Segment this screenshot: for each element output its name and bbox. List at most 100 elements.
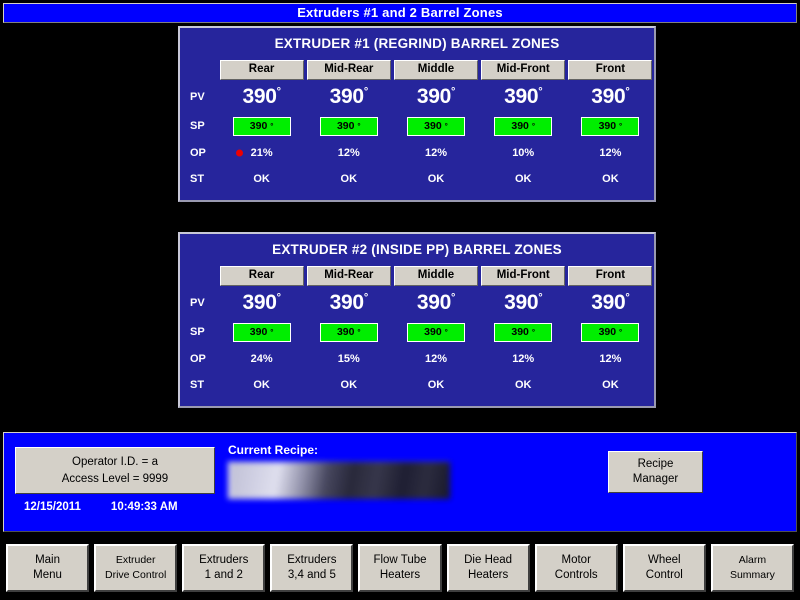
- op-value: 12%: [599, 147, 622, 159]
- pv-value: 390: [591, 85, 626, 108]
- zone-cell: Front: [567, 266, 654, 286]
- st-cell: OK: [218, 379, 305, 391]
- recipe-manager-label-line1: Recipe: [637, 458, 674, 470]
- pv-value: 390: [504, 291, 539, 314]
- st-row: ST OK OK OK OK OK: [180, 372, 654, 398]
- zone-button-front[interactable]: Front: [568, 266, 653, 286]
- status-bar: Operator I.D. = a Access Level = 9999 12…: [3, 432, 797, 532]
- zone-button-rear[interactable]: Rear: [219, 266, 304, 286]
- zone-button-front[interactable]: Front: [568, 60, 653, 80]
- degree-icon: °: [538, 292, 543, 304]
- zone-button-mid-rear[interactable]: Mid-Rear: [306, 266, 391, 286]
- nav-button-flow-tube-heaters[interactable]: Flow Tube Heaters: [358, 544, 442, 592]
- pv-cell: 390°: [392, 291, 479, 315]
- status-value: OK: [253, 379, 270, 391]
- pv-cell: 390°: [567, 291, 654, 315]
- pv-row: PV 390° 390° 390° 390° 390°: [180, 82, 654, 112]
- sp-cell: 390 °: [305, 116, 392, 136]
- zone-button-mid-rear[interactable]: Mid-Rear: [306, 60, 391, 80]
- nav-button-wheel-control[interactable]: Wheel Control: [622, 544, 706, 592]
- nav-button-alarm-summary[interactable]: Alarm Summary: [710, 544, 794, 592]
- sp-input-mid-front[interactable]: 390 °: [494, 116, 553, 136]
- sp-input-front[interactable]: 390 °: [581, 116, 640, 136]
- status-value: OK: [340, 173, 358, 185]
- row-label-op: OP: [190, 353, 206, 365]
- zone-button-mid-front[interactable]: Mid-Front: [481, 266, 566, 286]
- degree-icon: °: [625, 86, 630, 98]
- zone-cell: Mid-Rear: [305, 60, 392, 80]
- pv-value: 390: [242, 85, 277, 108]
- sp-input-middle[interactable]: 390 °: [407, 116, 465, 136]
- pv-value: 390: [416, 291, 452, 314]
- sp-cell: 390 °: [480, 322, 567, 342]
- pv-cell: 390°: [392, 85, 479, 109]
- op-value: 12%: [424, 147, 448, 159]
- zone-button-rear[interactable]: Rear: [219, 60, 304, 80]
- status-value: OK: [514, 379, 532, 391]
- zone-cell: Mid-Front: [480, 266, 567, 286]
- pv-row: PV 390° 390° 390° 390° 390°: [180, 288, 654, 318]
- page-title: Extruders #1 and 2 Barrel Zones: [297, 5, 503, 20]
- sp-input-front[interactable]: 390 °: [581, 322, 640, 342]
- op-cell: 24%: [218, 353, 305, 365]
- op-value: 10%: [512, 147, 535, 159]
- row-label-op: OP: [190, 147, 206, 159]
- current-time: 10:49:33 AM: [110, 501, 178, 513]
- op-row: OP 24% 15% 12% 12% 12%: [180, 346, 654, 372]
- current-recipe-field[interactable]: [228, 461, 450, 499]
- sp-input-rear[interactable]: 390 °: [232, 116, 291, 136]
- zone-cell: Rear: [218, 60, 305, 80]
- row-label-sp: SP: [190, 120, 205, 132]
- op-value: 12%: [512, 353, 535, 365]
- status-value: OK: [340, 379, 358, 391]
- op-cell: 12%: [392, 353, 479, 365]
- sp-cell: 390 °: [392, 322, 479, 342]
- current-date: 12/15/2011: [24, 501, 81, 513]
- zone-cell: Middle: [392, 266, 479, 286]
- zone-button-middle[interactable]: Middle: [394, 60, 478, 80]
- degree-icon: °: [625, 292, 630, 304]
- status-value: OK: [602, 379, 619, 391]
- nav-button-die-head-heaters[interactable]: Die Head Heaters: [446, 544, 530, 592]
- sp-input-mid-front[interactable]: 390 °: [494, 322, 553, 342]
- sp-input-mid-rear[interactable]: 390 °: [319, 116, 378, 136]
- zone-button-mid-front[interactable]: Mid-Front: [481, 60, 566, 80]
- op-cell: 10%: [480, 147, 567, 159]
- degree-icon: °: [357, 121, 361, 131]
- status-value: OK: [514, 173, 532, 185]
- zone-grid: Rear Mid-Rear Middle Mid-Front Front PV …: [180, 264, 654, 398]
- nav-button-motor-controls[interactable]: Motor Controls: [534, 544, 618, 592]
- nav-button-extruders-3-4-and-5[interactable]: Extruders 3,4 and 5: [270, 544, 354, 592]
- panel-title: EXTRUDER #2 (INSIDE PP) BARREL ZONES: [272, 242, 562, 257]
- sp-cell: 390 °: [218, 322, 305, 342]
- sp-row: SP 390 ° 390 ° 390 ° 390 ° 390 °: [180, 318, 654, 346]
- zone-button-middle[interactable]: Middle: [394, 266, 478, 286]
- operator-id-label: Operator I.D. = a: [72, 456, 158, 468]
- nav-button-extruder-drive-control[interactable]: Extruder Drive Control: [94, 544, 178, 592]
- degree-icon: °: [451, 86, 456, 98]
- pv-cell: 390°: [305, 291, 392, 315]
- pv-value: 390: [329, 85, 364, 108]
- nav-button-extruders-1-and-2[interactable]: Extruders 1 and 2: [182, 544, 266, 592]
- pv-cell: 390°: [480, 85, 567, 109]
- status-value: OK: [253, 173, 270, 185]
- row-label-sp: SP: [190, 326, 205, 338]
- navigation-bar: Main Menu Extruder Drive Control Extrude…: [0, 540, 800, 598]
- nav-button-main-menu[interactable]: Main Menu: [6, 544, 90, 592]
- status-value: OK: [427, 379, 445, 391]
- sp-input-rear[interactable]: 390 °: [232, 322, 291, 342]
- sp-input-mid-rear[interactable]: 390 °: [319, 322, 378, 342]
- pv-cell: 390°: [218, 85, 305, 109]
- st-cell: OK: [305, 173, 392, 185]
- status-value: OK: [602, 173, 619, 185]
- degree-icon: °: [363, 86, 368, 98]
- sp-cell: 390 °: [392, 116, 479, 136]
- zone-cell: Front: [567, 60, 654, 80]
- recipe-manager-label-line2: Manager: [632, 473, 679, 485]
- st-cell: OK: [480, 379, 567, 391]
- recipe-manager-button[interactable]: Recipe Manager: [608, 451, 703, 493]
- sp-input-middle[interactable]: 390 °: [407, 322, 465, 342]
- zone-header-row: Rear Mid-Rear Middle Mid-Front Front: [180, 264, 654, 288]
- op-value: 12%: [337, 147, 360, 159]
- pv-value: 390: [591, 291, 626, 314]
